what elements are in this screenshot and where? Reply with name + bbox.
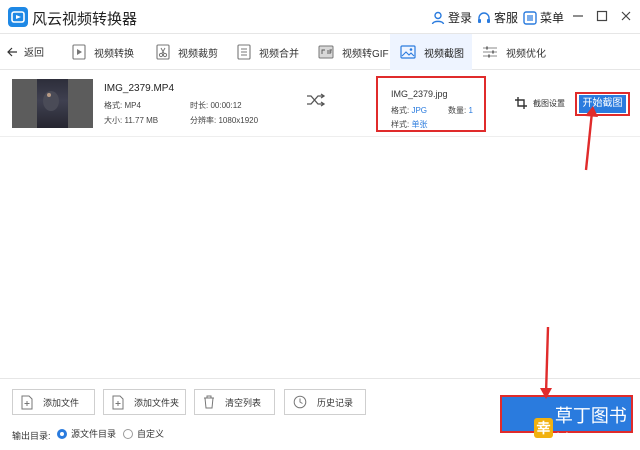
- clear-list-button[interactable]: 清空列表: [194, 389, 275, 415]
- menu-label: 菜单: [540, 11, 565, 25]
- tab-video-screenshot[interactable]: 视频截图: [390, 34, 472, 70]
- trash-icon: [204, 395, 214, 409]
- tab-video-to-gif[interactable]: 视频转GIF: [318, 34, 389, 70]
- tab-label: 视频裁剪: [178, 48, 218, 60]
- history-label: 历史记录: [317, 397, 354, 408]
- tab-video-merge[interactable]: 视频合并: [237, 34, 299, 70]
- maximize-button[interactable]: [594, 8, 610, 24]
- radio-checked-icon: [57, 428, 67, 439]
- output-dir-label: 输出目录:: [12, 431, 51, 441]
- shuffle-icon: [306, 93, 326, 110]
- add-folder-button[interactable]: 添加文件夹: [103, 389, 186, 415]
- gif-icon: [318, 45, 334, 59]
- title-bar: 风云视频转换器 登录 客服 菜单: [0, 0, 640, 34]
- add-file-label: 添加文件: [43, 397, 80, 408]
- radio-custom-dir[interactable]: 自定义: [123, 427, 164, 440]
- watermark-seal: 幸: [534, 418, 553, 438]
- source-duration: 时长: 00:00:12: [190, 101, 242, 110]
- source-file-name: IMG_2379.MP4: [104, 83, 175, 94]
- crop-settings-label: 截图设置: [533, 98, 565, 108]
- source-size: 大小: 11.77 MB: [104, 116, 159, 125]
- play-icon: [72, 44, 86, 60]
- close-icon: [621, 11, 631, 21]
- user-icon: [431, 11, 445, 24]
- menu-icon: [523, 10, 537, 25]
- crop-icon: [515, 97, 527, 109]
- arrow-left-icon: [7, 47, 17, 56]
- watermark-text: 草丁图书馆: [554, 406, 627, 450]
- menu-button[interactable]: 菜单: [523, 9, 564, 26]
- source-resolution: 分辨率: 1080x1920: [190, 116, 259, 125]
- output-file-name: IMG_2379.jpg: [391, 89, 448, 99]
- output-count: 数量: 1: [448, 106, 473, 115]
- radio-source-label: 源文件目录: [71, 429, 117, 439]
- add-file-button[interactable]: 添加文件: [12, 389, 95, 415]
- radio-custom-label: 自定义: [137, 429, 165, 439]
- history-button[interactable]: 历史记录: [284, 389, 366, 415]
- scissors-icon: [156, 44, 170, 60]
- start-capture-button[interactable]: 开始截图: [579, 95, 626, 113]
- add-folder-label: 添加文件夹: [134, 397, 180, 408]
- file-list-row[interactable]: IMG_2379.MP4 格式: MP4 大小: 11.77 MB 时长: 00…: [0, 71, 640, 137]
- start-capture-highlight: 开始截图: [575, 92, 630, 116]
- video-thumbnail: [12, 79, 93, 128]
- crop-settings-button[interactable]: 截图设置: [515, 97, 565, 109]
- merge-icon: [237, 44, 251, 60]
- add-file-icon: [21, 395, 33, 409]
- feature-toolbar: 返回 视频转换 视频裁剪 视频合并 视频转GIF 视频截图 视频优化: [0, 34, 640, 70]
- minimize-icon: [573, 15, 583, 17]
- tab-label: 视频截图: [424, 48, 464, 60]
- login-label: 登录: [448, 11, 473, 25]
- tab-video-convert[interactable]: 视频转换: [72, 34, 134, 70]
- headset-icon: [478, 11, 490, 23]
- maximize-icon: [596, 10, 608, 22]
- watermark: 幸 草丁图书馆: [534, 402, 640, 450]
- app-title: 风云视频转换器: [32, 11, 138, 28]
- output-format: 格式: JPG: [391, 106, 428, 115]
- support-button[interactable]: 客服: [477, 9, 518, 26]
- back-label: 返回: [24, 48, 44, 59]
- tab-label: 视频合并: [259, 48, 299, 60]
- source-format: 格式: MP4: [104, 101, 141, 110]
- radio-source-dir[interactable]: 源文件目录: [57, 427, 116, 440]
- login-button[interactable]: 登录: [431, 9, 472, 26]
- clock-icon: [293, 395, 307, 409]
- image-icon: [400, 45, 416, 59]
- tab-label: 视频优化: [506, 48, 546, 60]
- back-button[interactable]: 返回: [6, 44, 44, 59]
- output-info-box: IMG_2379.jpg 格式: JPG 数量: 1 样式: 单张: [376, 76, 486, 132]
- sliders-icon: [483, 46, 497, 58]
- output-style: 样式: 单张: [391, 120, 428, 129]
- tab-label: 视频转换: [94, 48, 134, 60]
- add-folder-icon: [112, 395, 124, 409]
- tab-video-crop[interactable]: 视频裁剪: [156, 34, 218, 70]
- close-button[interactable]: [618, 8, 634, 24]
- tab-video-optimize[interactable]: 视频优化: [482, 34, 546, 70]
- app-logo-icon: [8, 7, 28, 27]
- radio-unchecked-icon: [123, 428, 133, 439]
- support-label: 客服: [494, 11, 519, 25]
- tab-label: 视频转GIF: [342, 48, 389, 60]
- clear-list-label: 清空列表: [225, 397, 262, 408]
- minimize-button[interactable]: [570, 8, 586, 24]
